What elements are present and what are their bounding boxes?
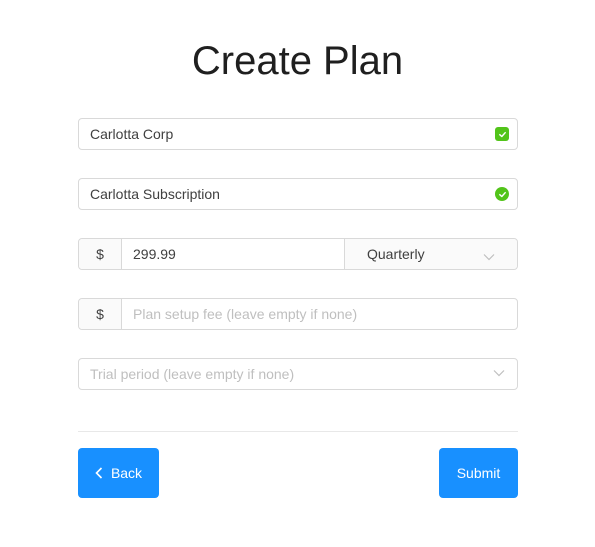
back-button-label: Back [110, 465, 143, 481]
submit-button-label: Submit [456, 465, 501, 481]
currency-addon: $ [79, 299, 122, 329]
chevron-left-icon [95, 467, 103, 479]
back-button[interactable]: Back [78, 448, 159, 498]
trial-period-select[interactable]: Trial period (leave empty if none) [78, 358, 518, 390]
company-name-value: Carlotta Corp [90, 126, 174, 142]
subscription-name-field[interactable]: Carlotta Subscription [78, 178, 518, 210]
company-name-field[interactable]: Carlotta Corp [78, 118, 518, 150]
check-valid-icon [495, 127, 509, 141]
submit-button[interactable]: Submit [439, 448, 518, 498]
setup-fee-field: $ Plan setup fee (leave empty if none) [78, 298, 518, 330]
page-title: Create Plan [191, 39, 404, 83]
chevron-down-icon [493, 365, 505, 383]
subscription-name-value: Carlotta Subscription [90, 186, 220, 202]
plan-price-input[interactable]: 299.99 [122, 246, 344, 262]
check-circle-icon [495, 187, 509, 201]
currency-addon: $ [79, 239, 122, 269]
form-divider [78, 431, 518, 432]
create-plan-page: Create Plan Carlotta Corp Carlotta Subsc… [0, 0, 595, 547]
setup-fee-input[interactable]: Plan setup fee (leave empty if none) [122, 306, 517, 322]
chevron-down-icon [483, 249, 495, 265]
trial-period-placeholder: Trial period (leave empty if none) [90, 366, 295, 382]
billing-period-value: Quarterly [367, 246, 425, 262]
billing-period-select[interactable]: Quarterly [344, 239, 517, 269]
plan-price-field: $ 299.99 Quarterly [78, 238, 518, 270]
